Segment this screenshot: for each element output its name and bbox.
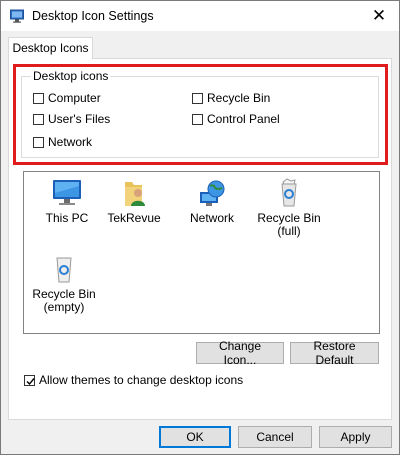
close-icon: ✕ [371, 6, 387, 25]
icon-item-recycle-bin-full[interactable]: Recycle Bin (full) [250, 178, 328, 238]
close-button[interactable]: ✕ [359, 1, 399, 31]
red-highlight-box [13, 64, 388, 165]
dialog-window: Desktop Icon Settings ✕ Desktop Icons De… [0, 0, 400, 455]
desktop-icon-list[interactable]: This PC TekRevue Network Recycle Bin (fu… [23, 171, 380, 334]
network-globe-icon [196, 178, 228, 208]
restore-default-button[interactable]: Restore Default [290, 339, 379, 367]
change-icon-button[interactable]: Change Icon... [196, 339, 284, 367]
allow-themes-label: Allow themes to change desktop icons [39, 373, 244, 387]
icon-item-label: Network [189, 211, 234, 225]
checkbox-box-checked[interactable] [24, 374, 35, 386]
desktop-settings-app-icon [10, 9, 24, 23]
icon-item-label: Recycle Bin (full) [257, 211, 321, 238]
icon-item-label: TekRevue [107, 211, 161, 225]
tab-desktop-icons[interactable]: Desktop Icons [8, 37, 93, 59]
recycle-bin-full-icon [273, 178, 305, 208]
window-title: Desktop Icon Settings [32, 9, 154, 23]
icon-item-label: Recycle Bin (empty) [32, 287, 96, 314]
ok-button[interactable]: OK [159, 426, 231, 448]
allow-themes-checkbox[interactable]: Allow themes to change desktop icons [24, 373, 243, 387]
checkmark-icon [26, 377, 35, 385]
user-folder-icon [118, 178, 150, 208]
title-bar: Desktop Icon Settings ✕ [1, 1, 399, 31]
recycle-bin-empty-icon [48, 254, 80, 284]
icon-item-tekrevue[interactable]: TekRevue [95, 178, 173, 225]
cancel-button[interactable]: Cancel [238, 426, 312, 448]
icon-item-network[interactable]: Network [173, 178, 251, 225]
apply-button[interactable]: Apply [319, 426, 392, 448]
monitor-icon [51, 178, 83, 208]
icon-item-recycle-bin-empty[interactable]: Recycle Bin (empty) [25, 254, 103, 314]
